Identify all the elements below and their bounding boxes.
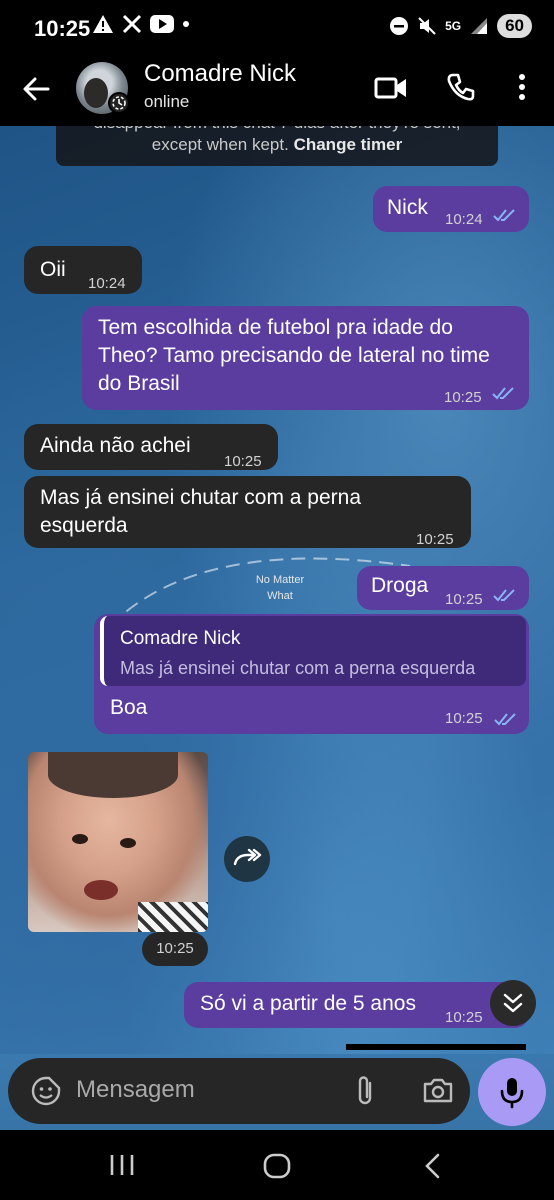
message-bubble-incoming[interactable]: Mas já ensinei chutar com a perna esquer…	[24, 476, 471, 548]
chat-area[interactable]: No Matter What disappear from this chat …	[0, 126, 554, 1054]
back-arrow-icon[interactable]	[18, 70, 56, 108]
message-bubble-outgoing[interactable]: Só vi a partir de 5 anos 10:25	[184, 982, 529, 1028]
message-time: 10:24	[88, 275, 126, 292]
message-bubble-outgoing[interactable]: Tem escolhida de futebol pra idade do Th…	[82, 306, 529, 410]
message-time: 10:24	[445, 211, 483, 228]
home-icon[interactable]	[262, 1152, 292, 1180]
message-composer: Mensagem	[0, 1054, 554, 1130]
forward-icon	[233, 848, 262, 866]
mic-icon	[500, 1078, 524, 1109]
message-time: 10:25	[416, 531, 454, 548]
read-ticks-icon	[493, 209, 515, 222]
status-time: 10:25	[34, 16, 91, 41]
photo-eye	[120, 838, 136, 848]
image-time: 10:25	[142, 932, 208, 966]
attach-icon[interactable]	[354, 1074, 378, 1108]
video-call-icon[interactable]	[374, 74, 408, 102]
disappearing-timer-icon	[108, 92, 130, 114]
message-text: Mas já ensinei chutar com a perna esquer…	[40, 486, 361, 537]
message-bubble-outgoing[interactable]: Droga 10:25	[357, 566, 529, 610]
message-text: Só vi a partir de 5 anos	[200, 992, 416, 1015]
mic-button[interactable]	[478, 1058, 546, 1126]
contact-name[interactable]: Comadre Nick	[144, 60, 296, 88]
system-icons: 5G 60	[389, 14, 532, 38]
photo-eye	[72, 834, 88, 844]
message-text: Ainda não achei	[40, 434, 191, 457]
recents-icon[interactable]	[108, 1152, 136, 1178]
quoted-text: Mas já ensinei chutar com a perna esquer…	[120, 658, 476, 678]
read-ticks-icon	[492, 387, 514, 400]
change-timer-link[interactable]: Change timer	[294, 135, 403, 154]
message-bubble-outgoing[interactable]: Nick 10:24	[373, 186, 529, 232]
sticker-icon[interactable]	[30, 1075, 62, 1107]
signal-icon	[471, 18, 488, 34]
battery-level: 60	[497, 14, 532, 38]
network-type: 5G	[445, 19, 462, 33]
message-time: 10:25	[444, 389, 482, 406]
photo-mouth	[84, 880, 118, 900]
message-text: Droga	[371, 574, 429, 597]
message-text: Nick	[387, 196, 428, 219]
quoted-message[interactable]: Comadre Nick Mas já ensinei chutar com a…	[100, 616, 526, 686]
wallpaper-text-line1: No Matter	[255, 574, 305, 586]
read-ticks-icon	[494, 713, 516, 726]
youtube-icon	[150, 15, 174, 33]
notification-icons	[92, 14, 190, 34]
message-placeholder[interactable]: Mensagem	[76, 1076, 195, 1104]
wallpaper-text-line2: What	[267, 590, 293, 602]
contact-status: online	[144, 92, 190, 111]
nav-back-icon[interactable]	[420, 1152, 444, 1180]
warning-icon	[93, 15, 113, 33]
message-time: 10:25	[445, 710, 483, 727]
notice-line2: except when kept.	[151, 135, 289, 154]
message-text: Oii	[40, 258, 66, 281]
message-time: 10:25	[445, 591, 483, 608]
disappearing-messages-notice: disappear from this chat 7 dias after th…	[56, 126, 498, 166]
message-bubble-incoming[interactable]: Ainda não achei 10:25	[24, 424, 278, 470]
notice-line1: disappear from this chat 7 dias after th…	[56, 126, 498, 134]
phone-icon[interactable]	[446, 72, 476, 102]
status-bar: 10:25 5G 60	[0, 0, 554, 56]
dnd-icon	[390, 17, 409, 35]
message-time: 10:25	[224, 453, 262, 470]
chevron-double-down-icon	[503, 993, 523, 1013]
read-ticks-icon	[493, 589, 515, 602]
message-text: Boa	[110, 696, 148, 719]
photo-shirt	[138, 902, 208, 932]
scroll-to-bottom-button[interactable]	[490, 980, 536, 1026]
image-message[interactable]	[28, 752, 208, 932]
forward-button[interactable]	[224, 836, 270, 882]
message-bubble-incoming[interactable]: Oii 10:24	[24, 246, 142, 294]
chat-header: Comadre Nick online	[0, 56, 554, 126]
dot-icon	[183, 21, 189, 27]
system-nav-bar	[0, 1130, 554, 1200]
x-icon	[122, 14, 142, 34]
message-time: 10:25	[445, 1009, 483, 1026]
photo-hair	[48, 752, 178, 798]
more-vert-icon[interactable]	[512, 72, 532, 102]
camera-icon[interactable]	[422, 1075, 454, 1105]
wallpaper-text: No Matter What	[250, 572, 310, 604]
message-input[interactable]: Mensagem	[8, 1058, 470, 1124]
loading-bar	[346, 1044, 526, 1050]
mute-icon	[418, 17, 436, 35]
quoted-author: Comadre Nick	[120, 628, 241, 649]
